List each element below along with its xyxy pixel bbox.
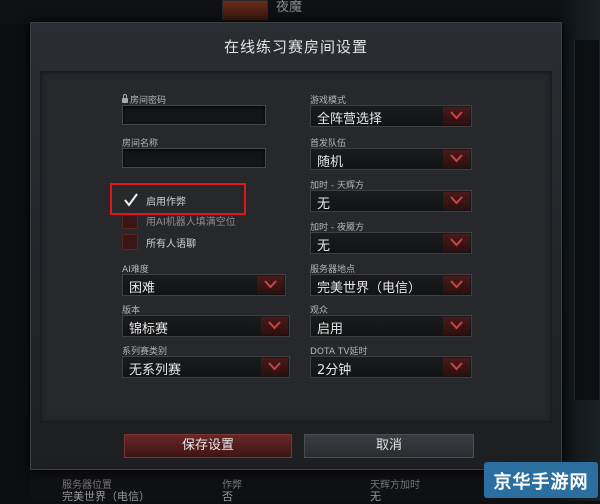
all-chat-label: 所有人语聊 — [146, 239, 196, 250]
ai-difficulty-value: 困难 — [129, 281, 156, 296]
series-dropdown[interactable]: 无系列赛 — [122, 356, 290, 378]
background-hero-name: 夜魔 — [276, 0, 303, 15]
chevron-down-icon — [443, 192, 470, 210]
chevron-down-icon — [443, 317, 470, 335]
lock-icon — [122, 94, 128, 103]
background-server-value: 完美世界（电信） — [62, 490, 150, 503]
chevron-down-icon — [257, 276, 284, 294]
version-value: 锦标赛 — [129, 322, 169, 337]
chevron-down-icon — [261, 317, 288, 335]
server-value: 完美世界（电信） — [317, 281, 422, 296]
chevron-down-icon — [261, 358, 288, 376]
cancel-button[interactable]: 取消 — [304, 434, 474, 458]
all-chat-checkbox[interactable] — [122, 234, 138, 250]
chevron-down-icon — [443, 358, 470, 376]
hero-portrait — [222, 0, 268, 20]
room-settings-dialog: 在线练习赛房间设置 — [30, 22, 562, 470]
background-right-panel — [574, 40, 599, 400]
spectator-dropdown[interactable]: 启用 — [310, 315, 472, 337]
dire-overtime-value: 无 — [317, 239, 331, 254]
tv-delay-value: 2分钟 — [317, 363, 352, 378]
series-value: 无系列赛 — [129, 363, 182, 378]
chevron-down-icon — [443, 107, 470, 125]
radiant-overtime-value: 无 — [317, 197, 331, 212]
password-input[interactable] — [122, 105, 266, 125]
chevron-down-icon — [443, 150, 470, 168]
first-team-dropdown[interactable]: 随机 — [310, 148, 472, 170]
chevron-down-icon — [443, 234, 470, 252]
game-mode-dropdown[interactable]: 全阵营选择 — [310, 105, 472, 127]
fill-bots-label: 用AI机器人填满空位 — [146, 217, 236, 228]
ai-difficulty-dropdown[interactable]: 困难 — [122, 274, 286, 296]
server-dropdown[interactable]: 完美世界（电信） — [310, 274, 472, 296]
game-mode-value: 全阵营选择 — [317, 112, 383, 127]
dire-overtime-dropdown[interactable]: 无 — [310, 232, 472, 254]
tv-delay-dropdown[interactable]: 2分钟 — [310, 356, 472, 378]
save-settings-button[interactable]: 保存设置 — [124, 434, 292, 458]
chevron-down-icon — [443, 276, 470, 294]
fill-bots-checkbox[interactable] — [122, 213, 138, 229]
spectator-value: 启用 — [317, 322, 344, 337]
version-dropdown[interactable]: 锦标赛 — [122, 315, 290, 337]
dialog-title: 在线练习赛房间设置 — [223, 38, 368, 56]
background-ot-value: 无 — [370, 490, 381, 503]
watermark-logo: 京华手游网 — [484, 462, 598, 498]
first-team-value: 随机 — [317, 155, 344, 170]
settings-panel — [40, 71, 552, 423]
watermark-text: 京华手游网 — [493, 472, 589, 493]
radiant-overtime-dropdown[interactable]: 无 — [310, 190, 472, 212]
highlight-box — [110, 183, 246, 215]
background-cheat-value: 否 — [222, 490, 233, 503]
room-name-input[interactable] — [122, 148, 266, 168]
